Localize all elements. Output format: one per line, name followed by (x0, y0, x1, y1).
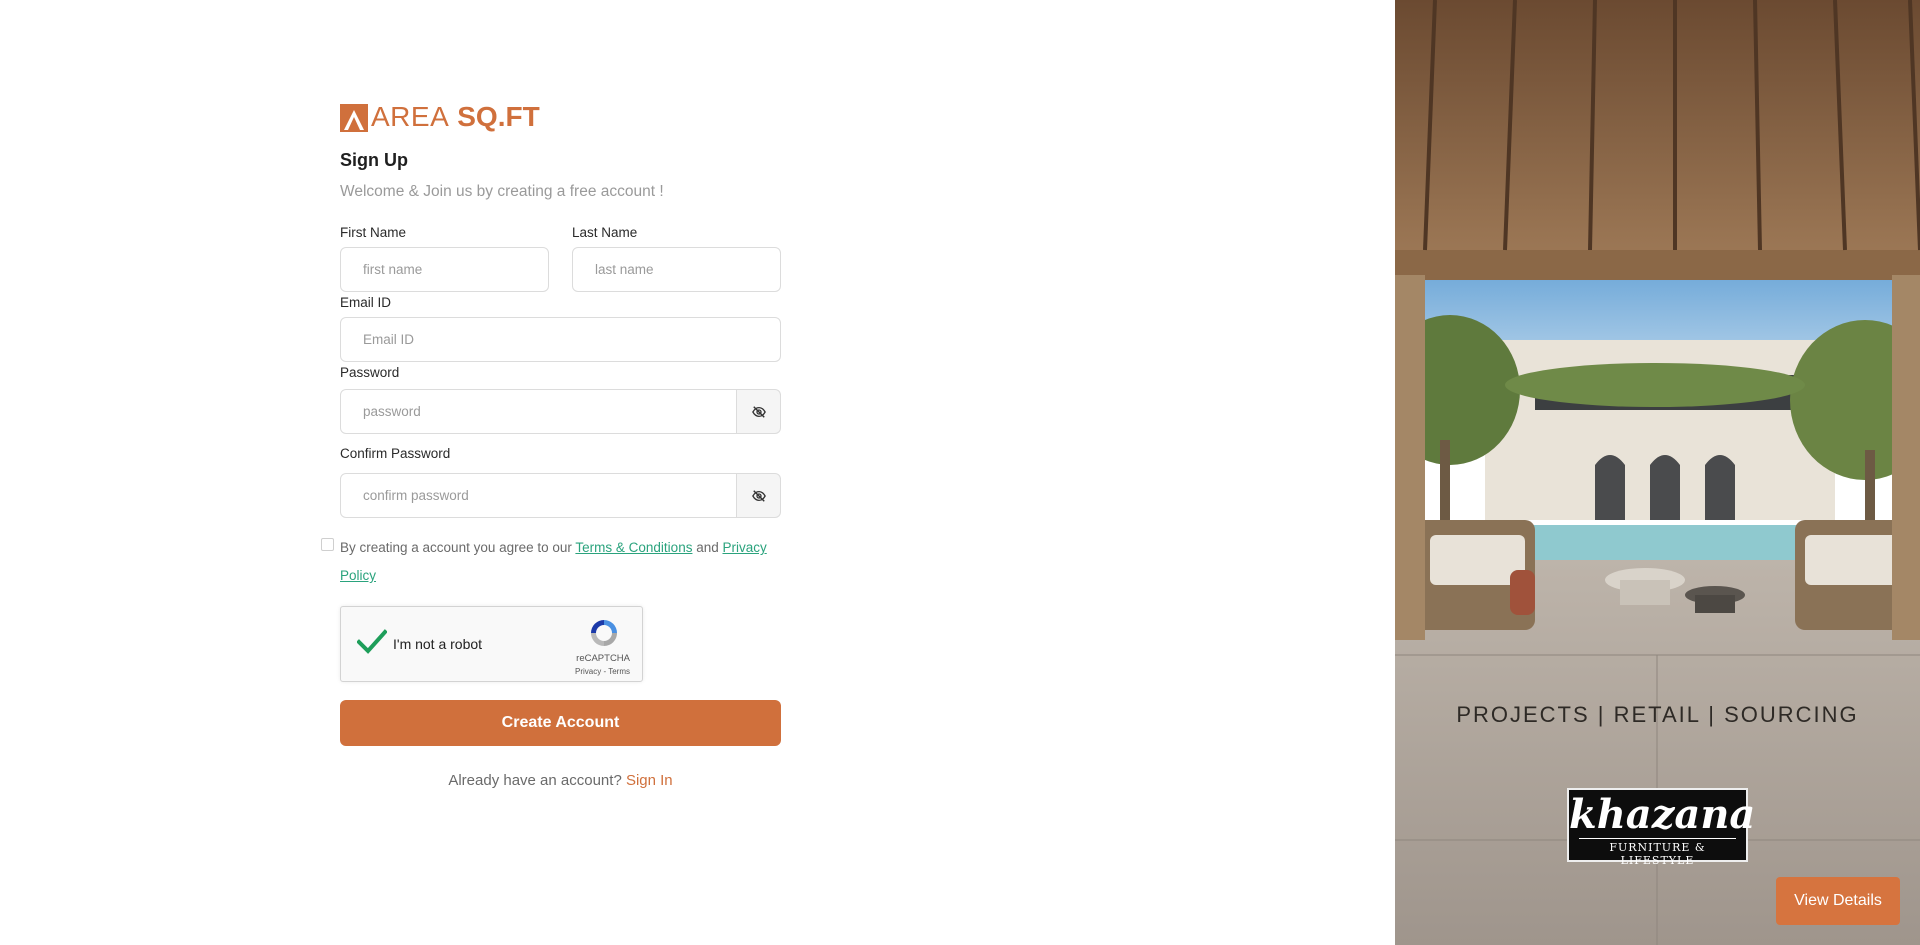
signin-link[interactable]: Sign In (626, 772, 673, 789)
recaptcha-links[interactable]: Privacy - Terms (575, 667, 630, 676)
first-name-group: First Name first name (340, 225, 549, 292)
last-name-input[interactable]: last name (572, 247, 781, 292)
last-name-group: Last Name last name (572, 225, 781, 292)
password-input[interactable]: password (340, 389, 737, 434)
khazana-logo: khazana FURNITURE & LIFESTYLE (1567, 788, 1756, 867)
khazana-brand-subtitle: FURNITURE & LIFESTYLE (1579, 838, 1736, 867)
logo-word-sqft: SQ.FT (457, 101, 540, 132)
checkmark-icon (357, 629, 387, 654)
signup-form: AREA SQ.FT Sign Up Welcome & Join us by … (321, 100, 781, 789)
logo-word-area: AREA (371, 101, 450, 132)
page-title: Sign Up (340, 150, 408, 170)
confirm-password-input[interactable]: confirm password (340, 473, 737, 518)
recaptcha-logo-icon (591, 620, 617, 646)
view-details-button[interactable]: View Details (1776, 877, 1900, 925)
logo-mark-icon (340, 104, 368, 132)
terms-link[interactable]: Terms & Conditions (575, 540, 692, 555)
password-visibility-toggle[interactable] (737, 389, 781, 434)
recaptcha-brand: reCAPTCHA (576, 653, 630, 664)
terms-middle-text: and (692, 540, 723, 555)
khazana-brand-name: khazana (1569, 791, 1756, 838)
email-group: Email ID Email ID (340, 295, 781, 362)
terms-prefix-text: By creating a account you agree to our (340, 540, 576, 555)
confirm-password-label: Confirm Password (340, 446, 451, 461)
eye-off-icon (751, 405, 766, 418)
terms-agreement: By creating a account you agree to our T… (321, 534, 781, 590)
terms-checkbox[interactable] (321, 538, 334, 551)
recaptcha-widget[interactable]: I'm not a robot reCAPTCHA Privacy - Term… (340, 606, 643, 682)
page-subtitle: Welcome & Join us by creating a free acc… (340, 183, 664, 200)
last-name-label: Last Name (572, 225, 638, 240)
email-label: Email ID (340, 295, 392, 310)
email-input[interactable]: Email ID (340, 317, 781, 362)
first-name-input[interactable]: first name (340, 247, 549, 292)
brand-logo[interactable]: AREA SQ.FT (340, 100, 781, 134)
confirm-password-visibility-toggle[interactable] (737, 473, 781, 518)
password-group: Password password (340, 365, 781, 434)
confirm-password-group: Confirm Password confirm password (340, 446, 781, 518)
recaptcha-label: I'm not a robot (393, 636, 483, 652)
first-name-label: First Name (340, 225, 407, 240)
signin-prompt-text: Already have an account? (448, 772, 622, 789)
create-account-button[interactable]: Create Account (340, 700, 781, 746)
password-label: Password (340, 365, 400, 380)
signin-prompt: Already have an account? Sign In (340, 772, 781, 789)
eye-off-icon (751, 489, 766, 502)
promo-tagline: PROJECTS | RETAIL | SOURCING (1456, 702, 1859, 727)
promo-banner: PROJECTS | RETAIL | SOURCING khazana FUR… (1395, 0, 1920, 945)
name-row: First Name first name Last Name last nam… (340, 225, 781, 292)
